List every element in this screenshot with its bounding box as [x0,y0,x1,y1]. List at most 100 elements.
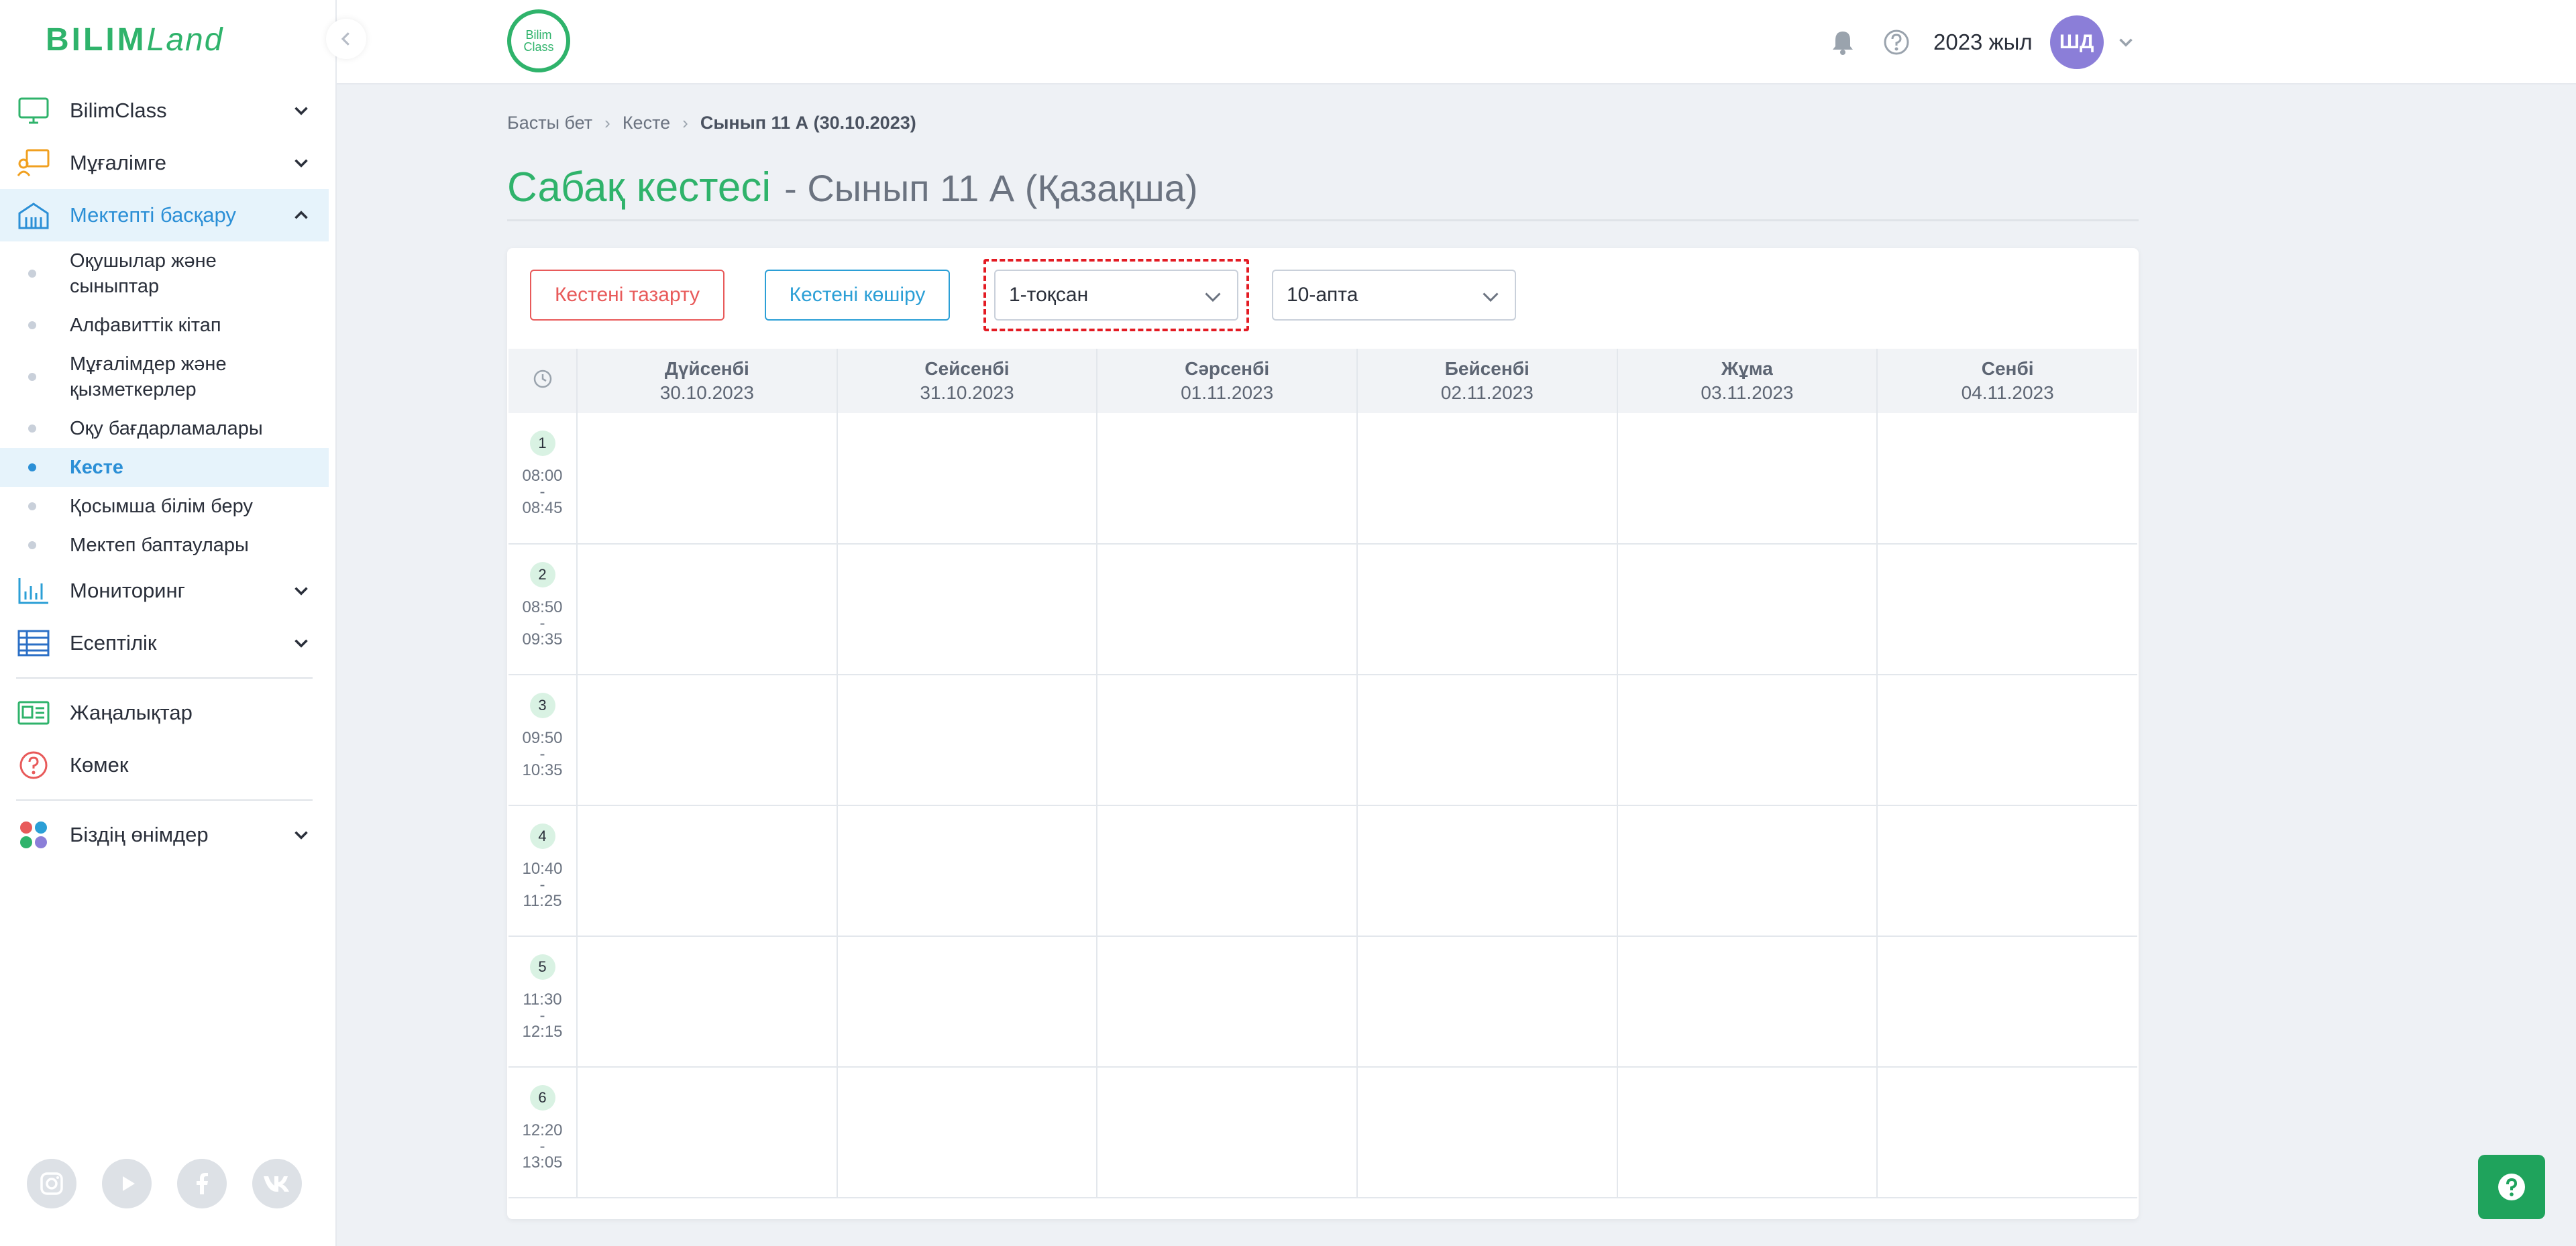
schedule-cell[interactable] [1356,936,1618,1068]
academic-year[interactable]: 2023 жыл [1933,30,2033,55]
sidebar-subitem-school-settings[interactable]: Мектеп баптаулары [0,526,329,565]
sidebar-item-help[interactable]: Көмек [0,739,329,791]
bilimland-logo[interactable]: BILIMLand [46,21,223,58]
day-date: 30.10.2023 [659,382,754,403]
chevron-down-icon [1205,292,1221,302]
day-name: Сәрсенбі [1185,358,1270,379]
sidebar-item-our-products[interactable]: Біздің өнімдер [0,809,329,861]
sidebar-item-reports[interactable]: Есептілік [0,617,329,669]
schedule-cell[interactable] [1877,805,2137,937]
lesson-time-cell: 4 10:40-11:25 [508,805,578,937]
school-building-icon [16,198,51,233]
quarter-select[interactable]: 1-тоқсан [994,270,1238,321]
schedule-cell[interactable] [577,413,838,545]
clear-schedule-button[interactable]: Кестені тазарту [530,270,724,321]
bilimclass-logo[interactable]: Bilim Class [507,9,570,72]
schedule-cell[interactable] [1617,805,1878,937]
sidebar-item-label: Біздің өнімдер [70,823,209,846]
help-chat-button[interactable] [2478,1155,2545,1219]
schedule-cell[interactable] [577,675,838,806]
schedule-cell[interactable] [837,675,1098,806]
schedule-cell[interactable] [1617,675,1878,806]
day-name: Сейсенбі [924,358,1010,379]
schedule-cell[interactable] [837,805,1098,937]
schedule-cell[interactable] [1097,1067,1358,1198]
bar-chart-icon [16,573,51,608]
schedule-cell[interactable] [1097,805,1358,937]
highlight-box: 1-тоқсан [983,259,1249,331]
lesson-end-time: 11:25 [523,892,562,910]
lesson-start-time: 08:50 [522,598,563,616]
lesson-end-time: 12:15 [522,1023,563,1041]
top-bar: Bilim Class 2023 жыл ШД [337,0,2576,84]
schedule-cell[interactable] [1356,805,1618,937]
copy-schedule-button[interactable]: Кестені көшіру [765,270,950,321]
schedule-cell[interactable] [1356,413,1618,545]
week-select[interactable]: 10-апта [1272,270,1516,321]
sidebar-item-news[interactable]: Жаңалықтар [0,687,329,739]
schedule-cell[interactable] [1877,675,2137,806]
schedule-cell[interactable] [577,805,838,937]
schedule-cell[interactable] [1617,936,1878,1068]
day-name: Сенбі [1981,358,2034,379]
schedule-cell[interactable] [1877,936,2137,1068]
schedule-cell[interactable] [1617,544,1878,675]
schedule-cell[interactable] [1097,675,1358,806]
schedule-cell[interactable] [1617,413,1878,545]
chevron-down-icon[interactable] [2114,31,2137,54]
breadcrumb-home[interactable]: Басты бет [507,113,592,133]
bullet-icon [28,502,36,510]
schedule-cell[interactable] [577,544,838,675]
schedule-cell[interactable] [1877,1067,2137,1198]
instagram-icon[interactable] [27,1159,76,1208]
logo-text-main: BILIM [46,22,147,58]
sidebar-subitem-students[interactable]: Оқушылар және сыныптар [0,241,329,306]
schedule-cell[interactable] [577,936,838,1068]
sidebar-subitem-label: Қосымша білім беру [70,496,253,517]
question-circle-icon[interactable] [1880,25,1913,59]
schedule-cell[interactable] [1097,544,1358,675]
schedule-cell[interactable] [1097,413,1358,545]
sidebar-subitem-label: Мектеп баптаулары [70,534,249,556]
time-separator: - [539,745,545,763]
youtube-icon[interactable] [102,1159,152,1208]
schedule-cell[interactable] [1356,544,1618,675]
time-separator: - [539,1137,545,1155]
sidebar-item-school-management[interactable]: Мектепті басқару [0,189,329,241]
sidebar-item-monitoring[interactable]: Мониторинг [0,565,329,617]
chevron-down-icon [294,587,308,596]
sidebar-subitem-curricula[interactable]: Оқу бағдарламалары [0,409,329,448]
lesson-start-time: 09:50 [522,729,563,747]
time-separator: - [539,876,545,894]
schedule-row: 2 08:50-09:35 [508,544,2137,675]
facebook-icon[interactable] [177,1159,227,1208]
sidebar-subitem-schedule[interactable]: Кесте [0,448,329,487]
bell-icon[interactable] [1826,25,1860,59]
sidebar-subitem-teachers-staff[interactable]: Мұғалімдер және қызметкерлер [0,345,329,409]
schedule-cell[interactable] [577,1067,838,1198]
schedule-cell[interactable] [1617,1067,1878,1198]
top-bar-actions: 2023 жыл ШД [1826,15,2137,69]
day-date: 04.11.2023 [1961,382,2054,403]
schedule-cell[interactable] [1877,413,2137,545]
logo-text-land: Land [146,22,224,58]
schedule-cell[interactable] [1356,1067,1618,1198]
day-name: Бейсенбі [1444,358,1529,379]
lesson-end-time: 13:05 [522,1153,563,1172]
schedule-cell[interactable] [837,1067,1098,1198]
sidebar-collapse-button[interactable] [326,19,366,59]
breadcrumb-schedule[interactable]: Кесте [623,113,670,133]
sidebar-subitem-extra-education[interactable]: Қосымша білім беру [0,487,329,526]
sidebar-nav: BilimClass Мұғалімге Мектепті басқару Оқ… [0,84,329,861]
schedule-cell[interactable] [837,413,1098,545]
sidebar-item-bilimclass[interactable]: BilimClass [0,84,329,137]
sidebar-subitem-alphabet-book[interactable]: Алфавиттік кітап [0,306,329,345]
schedule-cell[interactable] [1356,675,1618,806]
vk-icon[interactable] [252,1159,302,1208]
schedule-cell[interactable] [1877,544,2137,675]
schedule-cell[interactable] [837,936,1098,1068]
avatar[interactable]: ШД [2049,15,2104,69]
sidebar-item-teacher[interactable]: Мұғалімге [0,137,329,189]
schedule-cell[interactable] [1097,936,1358,1068]
schedule-cell[interactable] [837,544,1098,675]
